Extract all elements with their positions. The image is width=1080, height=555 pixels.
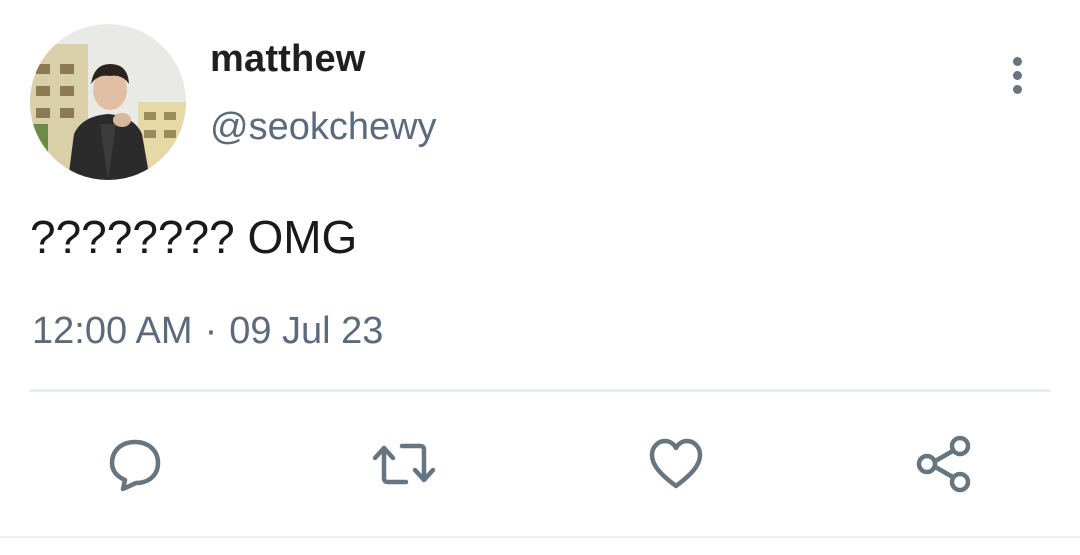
tweet-timestamp: 12:00 AM · 09 Jul 23 [32,310,383,353]
user-handle[interactable]: @seokchewy [210,106,437,149]
tweet-date: 09 Jul 23 [229,310,384,352]
reply-bubble-icon [109,439,161,492]
divider [30,389,1050,392]
share-button[interactable] [910,430,978,498]
retweet-button[interactable] [370,430,438,498]
avatar[interactable] [30,24,186,180]
more-options-icon[interactable] [996,50,1038,100]
like-button[interactable] [642,430,710,498]
share-icon [916,435,971,493]
bottom-border [0,536,1080,538]
tweet-time: 12:00 AM [32,310,193,352]
tweet-text: ???????? OMG [30,211,358,263]
display-name[interactable]: matthew [210,38,366,81]
reply-button[interactable] [101,430,169,498]
timestamp-separator: · [204,310,218,352]
heart-icon [649,438,703,489]
avatar-photo [30,24,186,180]
retweet-icon [372,443,436,485]
